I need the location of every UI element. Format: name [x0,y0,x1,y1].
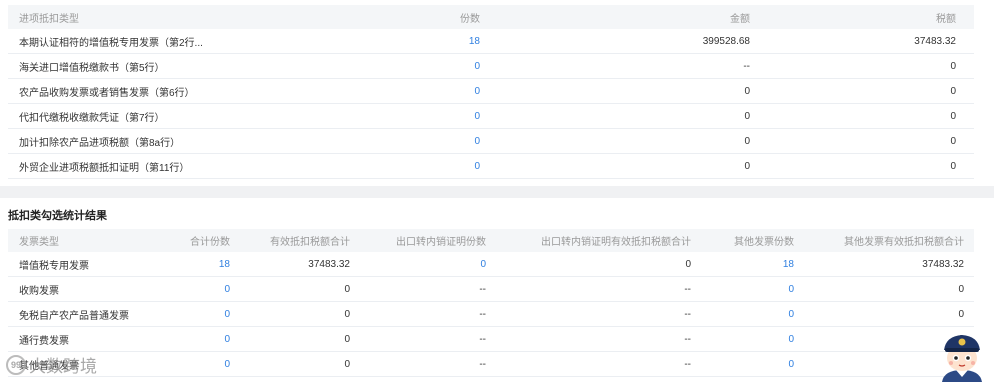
row-export-tax: -- [684,308,691,320]
table-row: 农产品收购发票或者销售发票（第6行） 0 0 0 [8,79,974,104]
table-row: 外贸企业进项税额抵扣证明（第11行） 0 0 0 [8,154,974,179]
row-other-tax: 0 [958,283,964,295]
watermark-text: 大数跨境 [29,357,97,376]
count-link[interactable]: 0 [398,161,480,172]
count-link[interactable]: 0 [398,61,480,72]
row-type: 加计扣除农产品进项税额（第8a行） [19,137,181,149]
row-tax-total: 0 [344,283,350,295]
table-row: 其他普通发票 0 0 -- -- 0 0 [8,352,974,377]
row-tax: 0 [950,135,956,147]
export-count-link[interactable]: 0 [350,259,486,270]
other-count-link[interactable]: 0 [691,359,794,370]
table-row: 通行费发票 0 0 -- -- 0 0 [8,327,974,352]
row-export-count: -- [479,333,486,345]
header-total-count: 合计份数 [190,237,230,248]
count-link[interactable]: 0 [398,111,480,122]
header-tax: 税额 [936,13,956,25]
header-export-count: 出口转内销证明份数 [396,237,486,248]
header-tax-total: 有效抵扣税额合计 [270,237,350,248]
row-invoice-type: 通行费发票 [19,335,69,347]
row-amount: 399528.68 [702,35,750,47]
count-link[interactable]: 0 [398,86,480,97]
row-export-count: -- [479,358,486,370]
row-export-tax: 0 [685,258,691,270]
row-export-tax: -- [684,283,691,295]
selection-stats-table: 发票类型 合计份数 有效抵扣税额合计 出口转内销证明份数 出口转内销证明有效抵扣… [8,229,974,377]
table-header: 发票类型 合计份数 有效抵扣税额合计 出口转内销证明份数 出口转内销证明有效抵扣… [8,229,974,252]
table-header: 进项抵扣类型 份数 金额 税额 [8,5,974,29]
header-amount: 金额 [730,13,750,25]
row-export-tax: -- [684,358,691,370]
row-type: 外贸企业进项税额抵扣证明（第11行） [19,162,190,174]
table-row: 收购发票 0 0 -- -- 0 0 [8,277,974,302]
other-count-link[interactable]: 0 [691,309,794,320]
total-count-link[interactable]: 18 [150,259,230,270]
total-count-link[interactable]: 0 [150,309,230,320]
section-title: 抵扣类勾选统计结果 [8,210,107,222]
header-invoice-type: 发票类型 [19,237,59,248]
header-type: 进项抵扣类型 [19,13,79,25]
table-row: 海关进口增值税缴款书（第5行） 0 -- 0 [8,54,974,79]
count-link[interactable]: 18 [398,36,480,47]
row-export-count: -- [479,308,486,320]
row-export-count: -- [479,283,486,295]
table-row: 本期认证相符的增值税专用发票（第2行... 18 399528.68 37483… [8,29,974,54]
row-type: 海关进口增值税缴款书（第5行） [19,62,165,74]
total-count-link[interactable]: 0 [150,334,230,345]
row-amount: 0 [744,110,750,122]
other-count-link[interactable]: 18 [691,259,794,270]
row-tax-total: 37483.32 [308,258,350,270]
other-count-link[interactable]: 0 [691,334,794,345]
deduction-type-table: 进项抵扣类型 份数 金额 税额 本期认证相符的增值税专用发票（第2行... 18… [8,5,974,179]
row-amount: 0 [744,160,750,172]
row-amount: 0 [744,135,750,147]
row-other-tax: 0 [958,308,964,320]
row-tax: 0 [950,110,956,122]
table-row: 加计扣除农产品进项税额（第8a行） 0 0 0 [8,129,974,154]
row-invoice-type: 增值税专用发票 [19,260,89,272]
table-row: 增值税专用发票 18 37483.32 0 0 18 37483.32 [8,252,974,277]
header-count: 份数 [460,13,480,25]
row-tax: 37483.32 [914,35,956,47]
total-count-link[interactable]: 0 [150,284,230,295]
table-row: 免税自产农产品普通发票 0 0 -- -- 0 0 [8,302,974,327]
row-tax: 0 [950,160,956,172]
table-row: 代扣代缴税收缴款凭证（第7行） 0 0 0 [8,104,974,129]
row-invoice-type: 免税自产农产品普通发票 [19,310,129,322]
header-other-tax: 其他发票有效抵扣税额合计 [844,237,964,248]
row-tax: 0 [950,85,956,97]
row-amount: -- [743,60,750,72]
watermark-logo-icon: 99 [6,354,26,375]
section-divider [0,186,994,198]
watermark: 99 大数跨境 [6,352,97,377]
header-export-tax: 出口转内销证明有效抵扣税额合计 [541,237,691,248]
row-type: 农产品收购发票或者销售发票（第6行） [19,87,195,99]
row-tax-total: 0 [344,333,350,345]
row-tax-total: 0 [344,308,350,320]
other-count-link[interactable]: 0 [691,284,794,295]
police-mascot-icon[interactable] [932,330,992,382]
total-count-link[interactable]: 0 [150,359,230,370]
row-export-tax: -- [684,333,691,345]
row-invoice-type: 收购发票 [19,285,59,297]
row-type: 代扣代缴税收缴款凭证（第7行） [19,112,165,124]
row-type: 本期认证相符的增值税专用发票（第2行... [19,37,203,49]
row-tax: 0 [950,60,956,72]
count-link[interactable]: 0 [398,136,480,147]
header-other-count: 其他发票份数 [734,237,794,248]
row-other-tax: 37483.32 [922,258,964,270]
row-amount: 0 [744,85,750,97]
row-tax-total: 0 [344,358,350,370]
